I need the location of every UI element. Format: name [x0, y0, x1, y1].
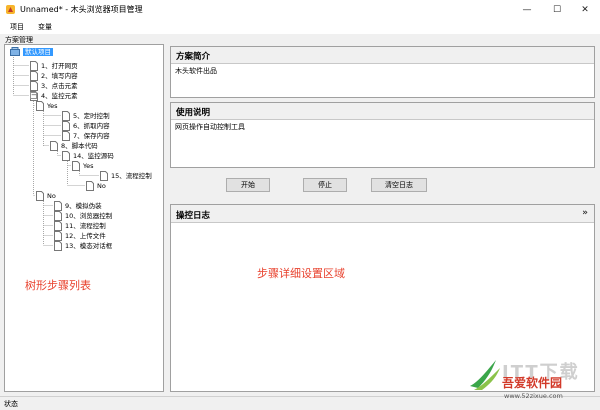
tree-item-label: 15、流程控制 [111, 172, 152, 180]
tree-item-label: 12、上传文件 [65, 232, 106, 240]
tree-item-label: 13、模态对话框 [65, 242, 113, 250]
menu-bar: 项目 变量 [0, 20, 600, 34]
watermark-site-name: 吾爱软件园 [502, 376, 563, 390]
tree-item-label: 1、打开网页 [41, 62, 78, 70]
document-icon [54, 211, 62, 221]
tree-item-label: Yes [47, 102, 58, 110]
collapse-toggle[interactable]: − [30, 92, 37, 99]
project-icon [10, 47, 20, 56]
document-icon [54, 201, 62, 211]
document-icon [100, 171, 108, 181]
document-icon [62, 111, 70, 121]
watermark-url: www.52zixue.com [504, 392, 563, 400]
tree-item-label: 8、脚本代码 [61, 142, 98, 150]
document-icon [54, 231, 62, 241]
intro-header: 方案简介 [171, 47, 594, 64]
usage-text[interactable]: 网页操作自动控制工具 [171, 120, 594, 134]
log-header: 操控日志 » [171, 205, 594, 223]
document-icon [36, 101, 44, 111]
tree-item-label: Yes [83, 162, 94, 170]
document-icon [36, 191, 44, 201]
tree-annotation: 树形步骤列表 [25, 279, 91, 292]
tree-item-root[interactable]: 默认项目 [10, 47, 70, 57]
menu-variables[interactable]: 变量 [38, 22, 52, 32]
tree-item-root-label: 默认项目 [23, 48, 53, 56]
document-icon [62, 131, 70, 141]
window-title: Unnamed* - 木头浏览器项目管理 [20, 5, 143, 14]
tree-item-label: 14、监控源码 [73, 152, 114, 160]
document-icon [30, 61, 38, 71]
document-icon [62, 151, 70, 161]
tree-item-label: 4、监控元素 [41, 92, 78, 100]
tree-item-label: 9、模拟伪装 [65, 202, 102, 210]
watermark-logo [470, 360, 500, 390]
document-icon [86, 181, 94, 191]
document-icon [54, 221, 62, 231]
usage-group: 使用说明 网页操作自动控制工具 [170, 102, 595, 168]
status-text: 状态 [4, 400, 18, 408]
tree-item-label: No [97, 182, 106, 190]
tree-item-label: 2、填写内容 [41, 72, 78, 80]
app-icon [6, 5, 15, 14]
detail-annotation: 步骤详细设置区域 [257, 267, 345, 280]
document-icon [72, 161, 80, 171]
menu-project[interactable]: 项目 [10, 22, 24, 32]
step-tree[interactable]: 默认项目 1、打开网页 2、填写内容 3、点击元素 4、监控元素 − Yes 5… [4, 44, 164, 392]
tree-item-label: 10、浏览器控制 [65, 212, 113, 220]
tree-item-label: 11、流程控制 [65, 222, 106, 230]
close-button[interactable]: ✕ [570, 0, 600, 20]
maximize-button[interactable]: ☐ [542, 0, 572, 20]
log-title: 操控日志 [176, 211, 211, 221]
intro-group: 方案简介 木头软件出品 [170, 46, 595, 98]
usage-header: 使用说明 [171, 103, 594, 120]
start-button[interactable]: 开始 [226, 178, 270, 192]
document-icon [50, 141, 58, 151]
title-bar: Unnamed* - 木头浏览器项目管理 — ☐ ✕ [0, 0, 600, 20]
tree-item-label: 3、点击元素 [41, 82, 78, 90]
stop-button[interactable]: 停止 [303, 178, 347, 192]
document-icon [30, 71, 38, 81]
tree-item-label: No [47, 192, 56, 200]
clear-log-button[interactable]: 清空日志 [371, 178, 427, 192]
tree-item-label: 6、抓取内容 [73, 122, 110, 130]
tree-item-label: 5、定时控制 [73, 112, 110, 120]
tree-item-label: 7、保存内容 [73, 132, 110, 140]
collapse-icon[interactable]: » [582, 208, 588, 218]
document-icon [54, 241, 62, 251]
document-icon [30, 81, 38, 91]
intro-text[interactable]: 木头软件出品 [171, 64, 594, 78]
minimize-button[interactable]: — [512, 0, 542, 20]
document-icon [62, 121, 70, 131]
